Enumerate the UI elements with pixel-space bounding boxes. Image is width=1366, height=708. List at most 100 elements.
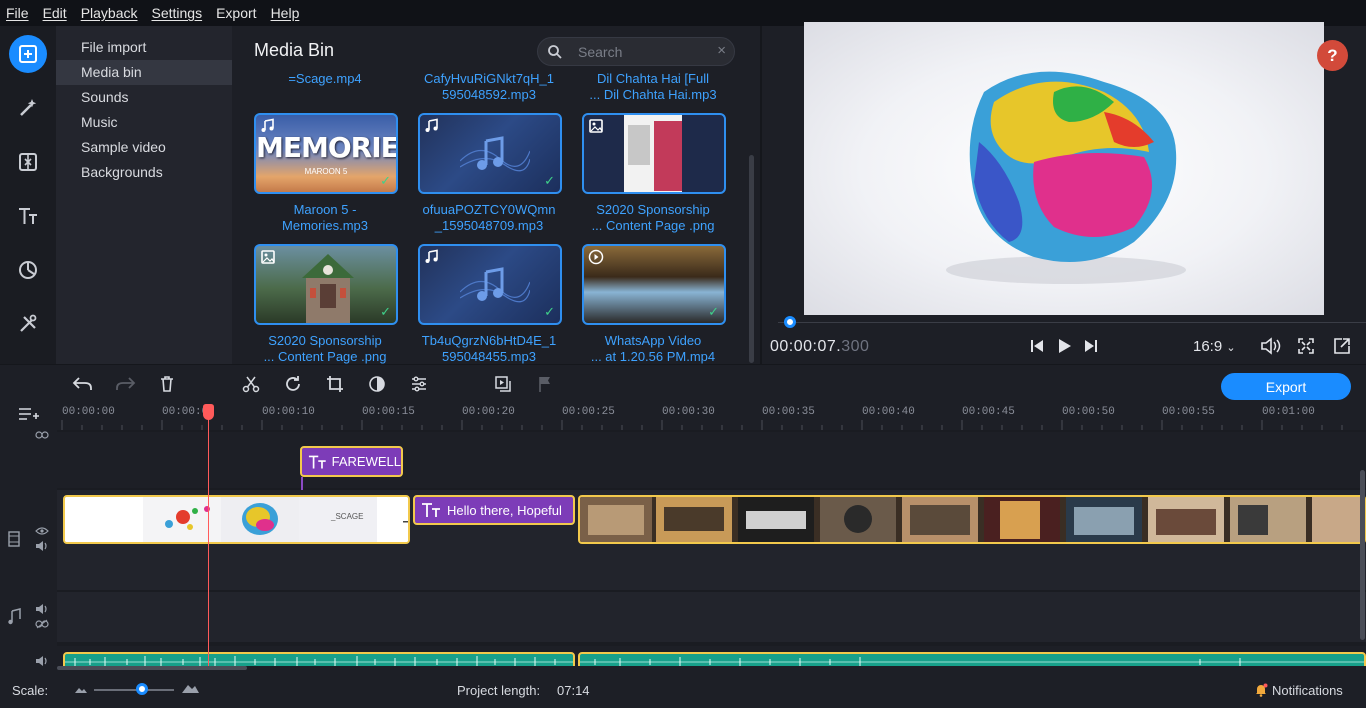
- title-track[interactable]: [57, 432, 1366, 488]
- ruler-tick-label: 00:00:25: [562, 406, 615, 418]
- speaker-icon[interactable]: [35, 541, 49, 551]
- redo-icon[interactable]: [114, 375, 136, 393]
- timeline-ruler[interactable]: 00:00:00 00:00:0 00:00:10 00:00:15 00:00…: [57, 402, 1366, 430]
- media-thumbnail-image[interactable]: ✓: [254, 244, 398, 325]
- video-clip[interactable]: _SCAGE: [63, 495, 410, 544]
- preview-progress-knob[interactable]: [783, 316, 796, 328]
- clock-tower-art-icon: [302, 254, 354, 323]
- menu-edit[interactable]: Edit: [43, 5, 67, 21]
- nav-sounds[interactable]: Sounds: [56, 85, 232, 110]
- video-clip[interactable]: [578, 495, 1366, 544]
- effects-tool-button[interactable]: [9, 89, 47, 127]
- color-adjust-icon[interactable]: [368, 375, 386, 393]
- link-icon[interactable]: [35, 430, 49, 440]
- ruler-tick-label: 00:00:30: [662, 406, 715, 418]
- audio-clip[interactable]: [63, 652, 575, 666]
- delete-icon[interactable]: [158, 375, 176, 393]
- preview-progress-track[interactable]: [778, 322, 1366, 323]
- audio-track[interactable]: [57, 592, 1366, 642]
- timeline-vertical-scrollbar[interactable]: [1360, 470, 1365, 640]
- speaker-icon[interactable]: [35, 656, 49, 666]
- nav-file-import[interactable]: File import: [56, 35, 232, 60]
- menu-export[interactable]: Export: [216, 5, 256, 21]
- scale-slider-knob[interactable]: [136, 683, 148, 695]
- project-length-label: Project length:: [457, 683, 541, 698]
- titles-tool-button[interactable]: [9, 197, 47, 235]
- media-thumbnail-memories[interactable]: MEMORIES MAROON 5 ✓: [254, 113, 398, 194]
- transitions-tool-button[interactable]: [9, 143, 47, 181]
- preview-frame[interactable]: [804, 22, 1324, 315]
- zoom-out-icon[interactable]: [74, 686, 88, 694]
- timeline-horizontal-scrollbar[interactable]: [57, 666, 247, 670]
- media-item-name[interactable]: ofuuaPOZTCY0WQmn _1595048709.mp3: [414, 202, 564, 234]
- add-track-icon[interactable]: [18, 406, 40, 422]
- media-thumbnail-audio[interactable]: ✓: [418, 244, 562, 325]
- media-item-name[interactable]: S2020 Sponsorship ... Content Page .png: [578, 202, 728, 234]
- marker-flag-icon[interactable]: [536, 375, 554, 393]
- timecode-display: 00:00:07.300: [770, 338, 869, 356]
- media-item-name[interactable]: Maroon 5 - Memories.mp3: [250, 202, 400, 234]
- undo-icon[interactable]: [72, 375, 94, 393]
- export-button[interactable]: Export: [1221, 373, 1351, 400]
- ruler-tick-label: 00:00:0: [162, 406, 209, 418]
- speaker-icon[interactable]: [35, 604, 49, 614]
- menu-settings[interactable]: Settings: [152, 5, 203, 21]
- nav-music[interactable]: Music: [56, 110, 232, 135]
- memories-art-subtext: MAROON 5: [304, 167, 348, 176]
- audio-clip[interactable]: [578, 652, 1366, 666]
- skip-back-icon[interactable]: [1028, 337, 1046, 355]
- aspect-ratio-value: 16:9: [1193, 338, 1223, 355]
- volume-icon[interactable]: [1260, 337, 1282, 355]
- menu-playback[interactable]: Playback: [81, 5, 138, 21]
- bell-icon[interactable]: [1254, 683, 1268, 697]
- play-icon[interactable]: [1055, 337, 1073, 355]
- clear-search-icon[interactable]: ×: [717, 42, 726, 59]
- clip-properties-icon[interactable]: [410, 375, 428, 393]
- import-tool-button[interactable]: [9, 35, 47, 73]
- media-thumbnail-audio[interactable]: ✓: [418, 113, 562, 194]
- media-item-name[interactable]: WhatsApp Video ... at 1.20.56 PM.mp4: [578, 333, 728, 364]
- playhead-line[interactable]: [208, 405, 209, 666]
- notifications-link[interactable]: Notifications: [1272, 683, 1343, 698]
- fullscreen-icon[interactable]: [1297, 337, 1315, 355]
- menu-help[interactable]: Help: [271, 5, 300, 21]
- nav-backgrounds[interactable]: Backgrounds: [56, 160, 232, 185]
- media-item-name[interactable]: =Scage.mp4: [250, 71, 400, 87]
- media-item-name[interactable]: CafyHvuRiGNkt7qH_1 595048592.mp3: [414, 71, 564, 103]
- preview-video-art: [946, 71, 1186, 284]
- playhead-handle[interactable]: [203, 404, 214, 420]
- title-clip[interactable]: Hello there, Hopeful: [413, 495, 575, 525]
- crop-icon[interactable]: [326, 375, 344, 393]
- zoom-in-icon[interactable]: [181, 683, 199, 694]
- media-item-name[interactable]: Dil Chahta Hai [Full ... Dil Chahta Hai.…: [578, 71, 728, 103]
- nav-sample-video[interactable]: Sample video: [56, 135, 232, 160]
- unlink-icon[interactable]: [35, 619, 49, 629]
- rotate-icon[interactable]: [284, 375, 302, 393]
- ruler-tick-label: 00:00:45: [962, 406, 1015, 418]
- title-clip-label: FAREWELL: [331, 454, 401, 469]
- search-input[interactable]: [578, 43, 708, 61]
- more-tools-button[interactable]: [9, 305, 47, 343]
- search-icon: [548, 45, 562, 59]
- help-button[interactable]: ?: [1317, 40, 1348, 71]
- aspect-ratio-select[interactable]: 16:9 ⌄: [1193, 338, 1236, 355]
- scale-label: Scale:: [12, 683, 49, 698]
- audio-waves-art-icon: [460, 267, 530, 303]
- stickers-tool-button[interactable]: [9, 251, 47, 289]
- nav-media-bin[interactable]: Media bin: [56, 60, 232, 85]
- media-thumbnail-video[interactable]: ✓: [582, 244, 726, 325]
- media-item-name[interactable]: S2020 Sponsorship ... Content Page .png: [250, 333, 400, 364]
- skip-forward-icon[interactable]: [1082, 337, 1100, 355]
- scale-slider-track[interactable]: [94, 689, 174, 691]
- eye-icon[interactable]: [35, 526, 49, 536]
- detach-preview-icon[interactable]: [1333, 337, 1351, 355]
- cut-icon[interactable]: [242, 375, 260, 393]
- media-thumbnail-image[interactable]: [582, 113, 726, 194]
- media-item-name[interactable]: Tb4uQgrzN6bHtD4E_1 595048455.mp3: [414, 333, 564, 364]
- title-clip[interactable]: FAREWELL: [300, 446, 403, 477]
- ruler-tick-label: 00:00:10: [262, 406, 315, 418]
- insert-media-icon[interactable]: [494, 375, 512, 393]
- track-headers: [0, 402, 57, 666]
- media-bin-scrollbar[interactable]: [749, 155, 754, 363]
- menu-file[interactable]: File: [6, 5, 29, 21]
